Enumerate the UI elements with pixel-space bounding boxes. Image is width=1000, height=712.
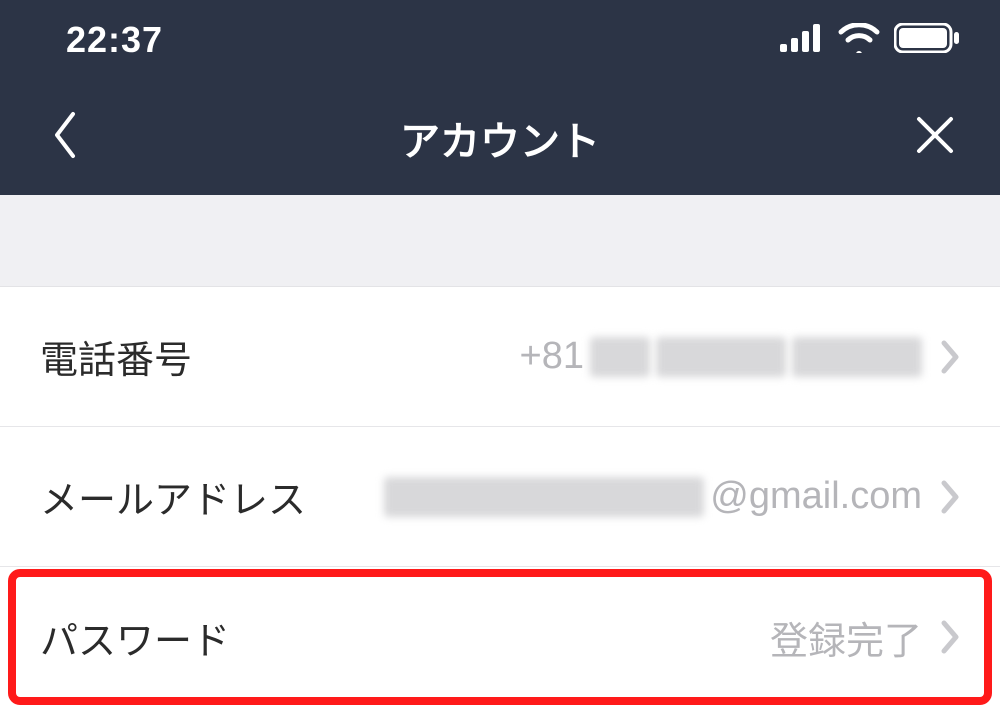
status-indicators (780, 23, 960, 58)
close-icon (913, 113, 957, 162)
chevron-left-icon (51, 110, 79, 165)
nav-bar: アカウント (0, 80, 1000, 195)
chevron-right-icon (940, 339, 960, 375)
redacted-text (792, 337, 922, 377)
battery-icon (894, 23, 960, 58)
row-value: +81 (520, 335, 922, 378)
redacted-text (384, 477, 704, 517)
section-spacer (0, 195, 1000, 287)
settings-list: 電話番号 +81 メールアドレス @gmail.com パスワード 登録完了 (0, 287, 1000, 707)
status-bar: 22:37 (0, 0, 1000, 80)
row-password[interactable]: パスワード 登録完了 (0, 567, 1000, 707)
row-label: メールアドレス (40, 469, 306, 524)
email-suffix: @gmail.com (710, 475, 922, 518)
redacted-text (656, 337, 786, 377)
row-label: 電話番号 (40, 329, 192, 384)
redacted-text (590, 337, 650, 377)
wifi-icon (838, 23, 880, 58)
close-button[interactable] (910, 113, 960, 162)
cellular-icon (780, 24, 824, 57)
nav-title: アカウント (90, 109, 910, 167)
phone-prefix: +81 (520, 335, 584, 378)
back-button[interactable] (40, 110, 90, 165)
row-value: 登録完了 (770, 610, 922, 665)
row-value: @gmail.com (384, 475, 922, 518)
row-email-address[interactable]: メールアドレス @gmail.com (0, 427, 1000, 567)
chevron-right-icon (940, 479, 960, 515)
row-label: パスワード (40, 610, 230, 665)
status-time: 22:37 (66, 19, 163, 61)
chevron-right-icon (940, 619, 960, 655)
row-phone-number[interactable]: 電話番号 +81 (0, 287, 1000, 427)
